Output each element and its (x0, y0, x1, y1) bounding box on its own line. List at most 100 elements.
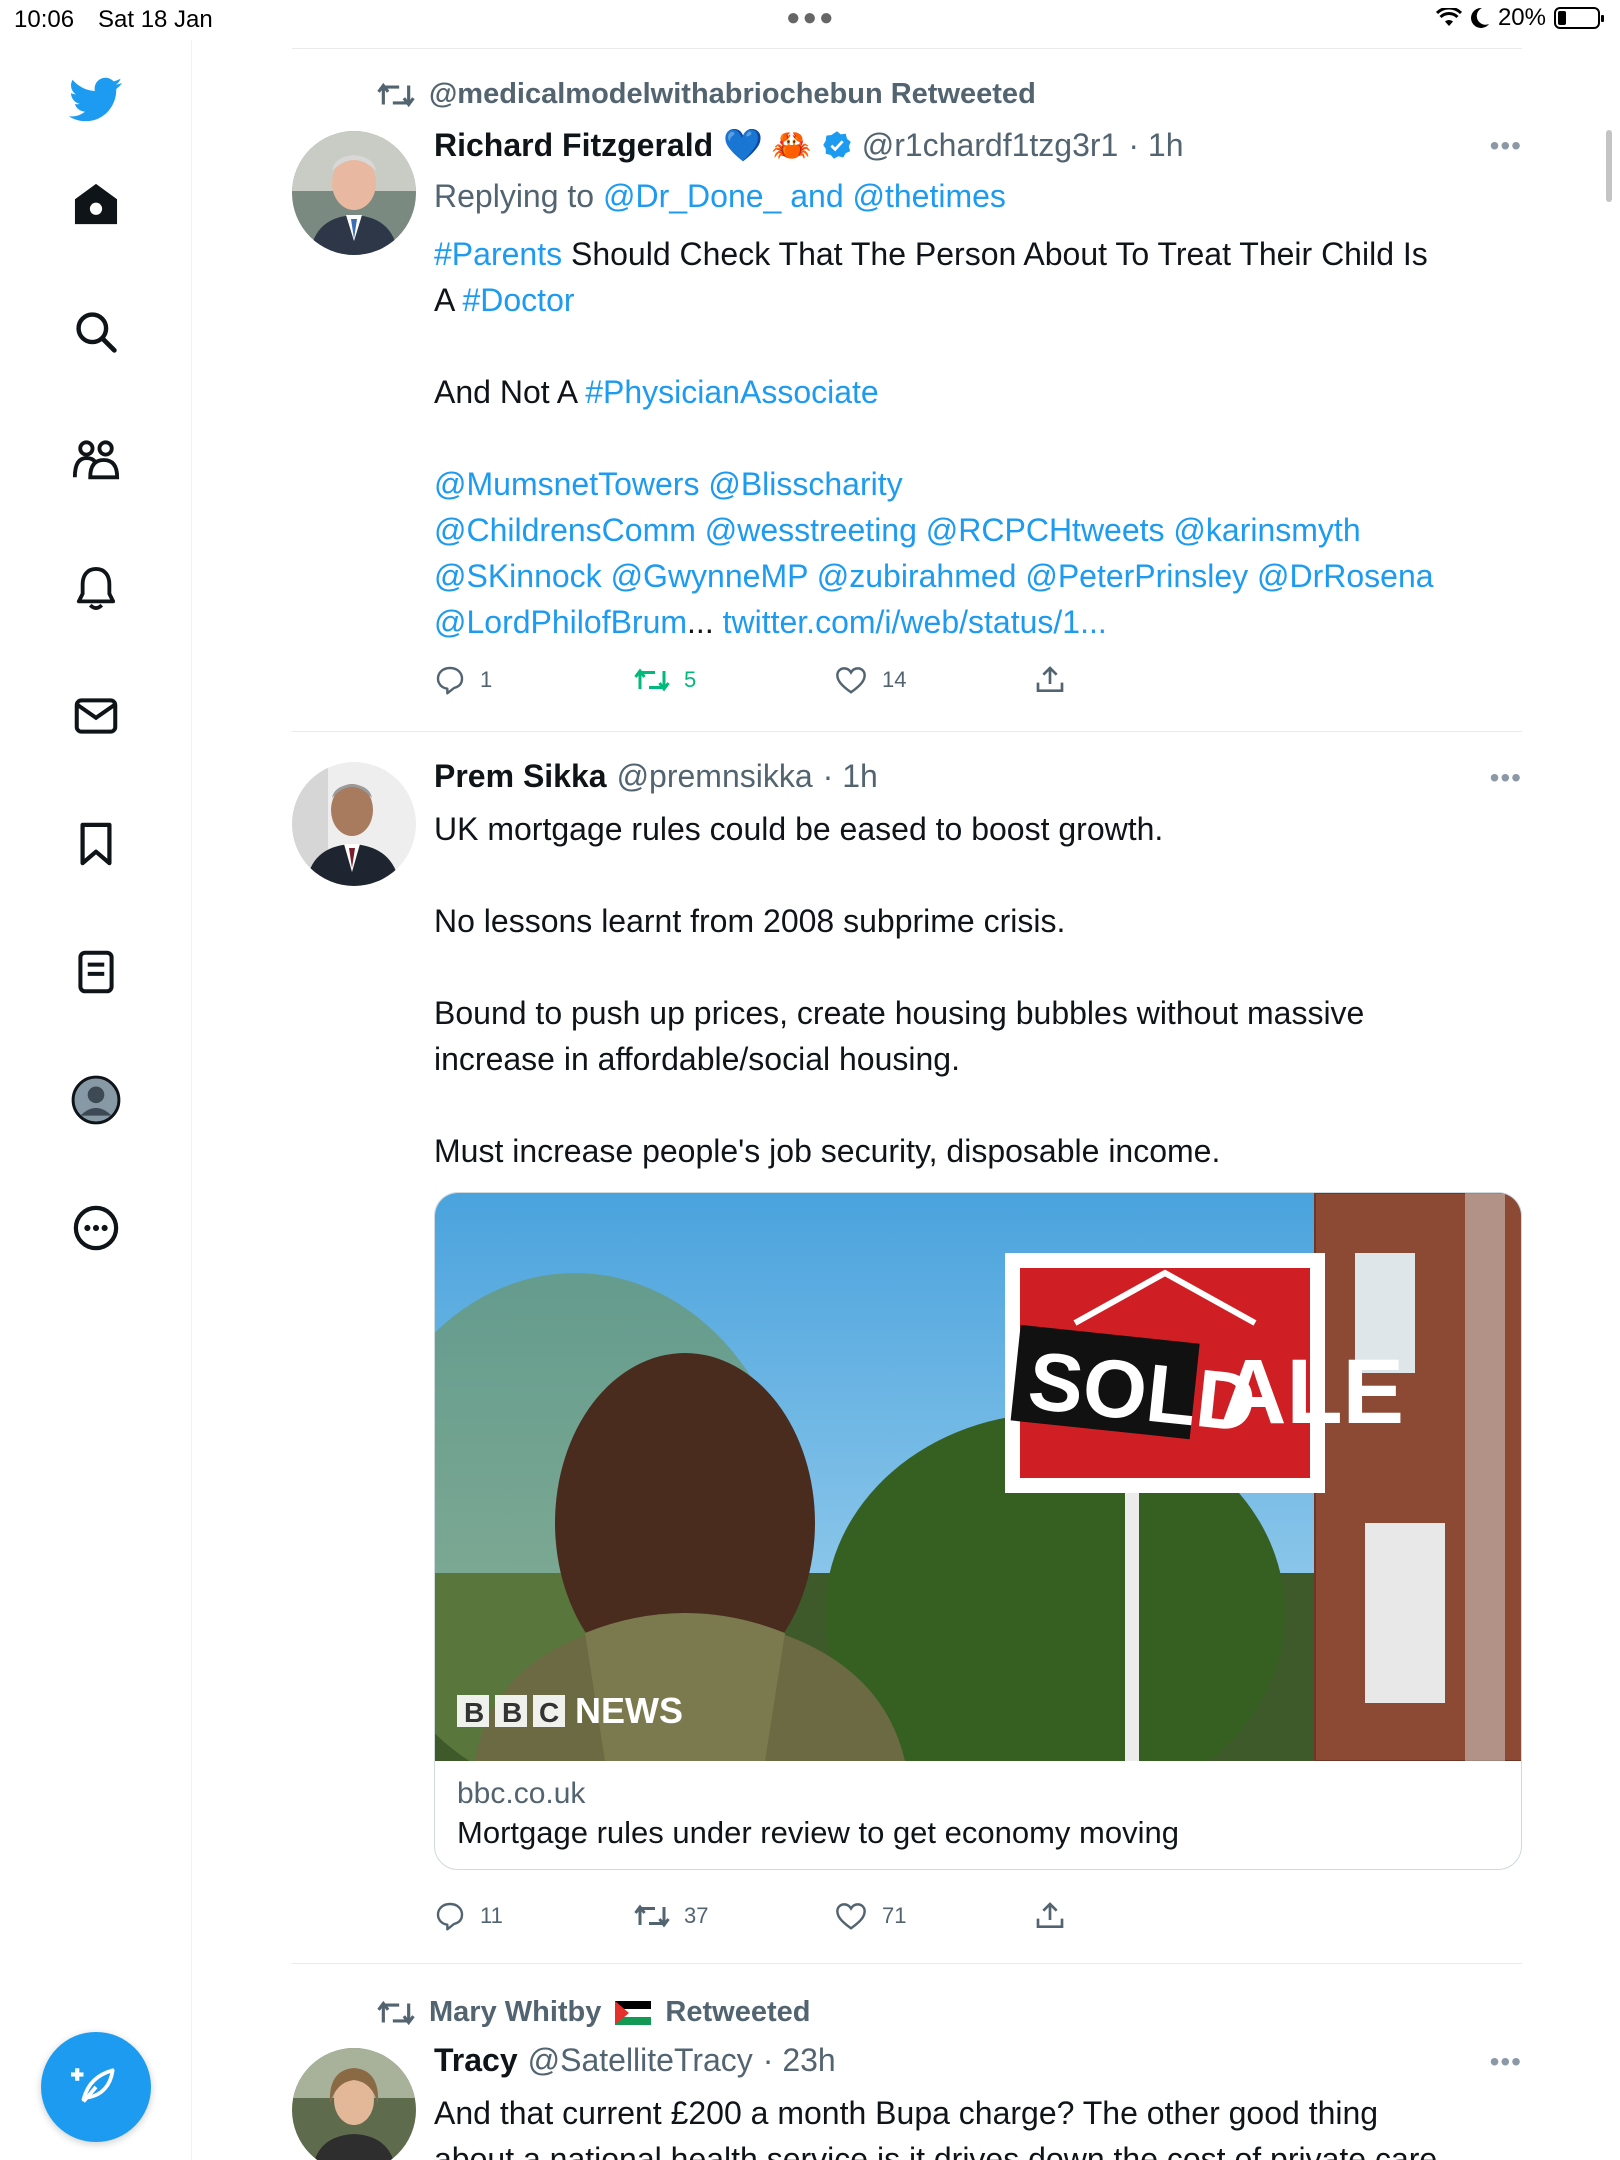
share-button[interactable] (1034, 664, 1066, 696)
display-name[interactable]: Prem Sikka (434, 758, 607, 795)
mention-link[interactable]: @LordPhilofBrum (434, 604, 687, 640)
tweet-text-line: Bound to push up prices, create housing … (434, 995, 1365, 1031)
search-icon[interactable] (66, 302, 126, 362)
logo-letter: C (539, 1697, 559, 1728)
avatar[interactable] (292, 762, 416, 886)
tweet-text-line: UK mortgage rules could be eased to boos… (434, 811, 1164, 847)
battery-percent: 20% (1497, 4, 1546, 31)
share-button[interactable] (1034, 1900, 1066, 1932)
link-card-meta[interactable]: bbc.co.uk Mortgage rules under review to… (435, 1761, 1521, 1869)
hashtag-link[interactable]: #PhysicianAssociate (585, 374, 878, 410)
logo-letter: B (464, 1697, 484, 1728)
status-time: 10:06 (14, 6, 75, 33)
compose-tweet-button[interactable] (41, 2032, 151, 2142)
retweeted-by-text[interactable]: @medicalmodelwithabriochebun Retweeted (429, 78, 1036, 111)
status-url-link[interactable]: twitter.com/i/web/status/1... (723, 604, 1107, 640)
tweet-text-line: about a national health service is it dr… (434, 2141, 1438, 2160)
reply-count: 1 (480, 667, 493, 692)
truncation-ellipsis: ... (687, 604, 714, 640)
avatar[interactable] (292, 131, 416, 255)
more-options-icon[interactable]: ••• (1490, 2046, 1522, 2078)
like-count: 71 (882, 1903, 907, 1928)
sidebar (0, 40, 192, 2160)
wifi-icon (1435, 8, 1462, 26)
tweet-actions: 11 37 71 (434, 1900, 1066, 1932)
handle[interactable]: @premnsikka (617, 758, 813, 795)
multitasking-dots-icon[interactable]: ●●● (786, 4, 836, 32)
tweet-header: Tracy @SatelliteTracy · 23h (434, 2042, 836, 2079)
retweeted-by-line: Mary Whitby Retweeted (377, 1996, 810, 2029)
handle[interactable]: @SatelliteTracy (528, 2042, 753, 2079)
like-button[interactable]: 14 (834, 665, 1034, 695)
link-card-image[interactable]: ALE SOLD B B C NEWS (435, 1193, 1521, 1761)
tweet-text-line: A (434, 282, 463, 318)
divider (292, 48, 1522, 49)
verified-badge-icon (822, 131, 851, 159)
tweet-text: And that current £200 a month Bupa charg… (434, 2090, 1514, 2160)
tweet-text-line: Must increase people's job security, dis… (434, 1133, 1221, 1169)
reply-button[interactable]: 11 (434, 1900, 634, 1932)
heart-icon (836, 667, 866, 694)
mention-links[interactable]: @MumsnetTowers @Blisscharity (434, 461, 1514, 507)
tweet-text-line: No lessons learnt from 2008 subprime cri… (434, 903, 1066, 939)
more-options-icon[interactable]: ••• (1490, 762, 1522, 794)
replying-to: Replying to @Dr_Done_ and @thetimes (434, 178, 1006, 215)
link-card-title: Mortgage rules under review to get econo… (457, 1815, 1179, 1850)
divider (292, 1963, 1522, 1964)
reply-icon (436, 1902, 464, 1931)
avatar[interactable] (292, 2048, 416, 2160)
tweet-text-line: And Not A (434, 374, 586, 410)
tweet-time[interactable]: · 1h (1128, 127, 1183, 164)
battery-icon (1554, 7, 1604, 29)
logo-letter: B (502, 1697, 522, 1728)
reply-button[interactable]: 1 (434, 664, 634, 696)
notifications-bell-icon[interactable] (66, 558, 126, 618)
communities-icon[interactable] (66, 430, 126, 490)
home-icon[interactable] (66, 174, 126, 234)
handle[interactable]: @r1chardf1tzg3r1 (862, 127, 1119, 164)
hashtag-link[interactable]: #Parents (434, 236, 562, 272)
like-button[interactable]: 71 (834, 1901, 1034, 1931)
link-card[interactable]: ALE SOLD B B C NEWS bbc.co.uk Mortgage r… (434, 1192, 1522, 1870)
palestine-flag-icon (615, 2000, 652, 2025)
retweeted-by-name[interactable]: Mary Whitby (429, 1996, 601, 2029)
tweet-header: Prem Sikka @premnsikka · 1h (434, 758, 878, 795)
retweet-count: 37 (684, 1903, 709, 1928)
messages-envelope-icon[interactable] (66, 686, 126, 746)
display-name[interactable]: Tracy (434, 2042, 518, 2079)
tweet-header: Richard Fitzgerald 💙 🦀 @r1chardf1tzg3r1 … (434, 126, 1183, 164)
more-circle-icon[interactable] (66, 1198, 126, 1258)
scroll-indicator[interactable] (1606, 130, 1612, 202)
retweet-icon (377, 82, 415, 107)
retweet-button[interactable]: 5 (634, 666, 834, 694)
status-bar: 10:06 Sat 18 Jan ●●● 20% (0, 0, 1620, 40)
compose-tweet-icon (71, 2068, 115, 2103)
divider (292, 731, 1522, 732)
mention-links[interactable]: @SKinnock @GwynneMP @zubirahmed @PeterPr… (434, 553, 1514, 599)
retweeted-by-line: @medicalmodelwithabriochebun Retweeted (377, 78, 1036, 111)
link-card-domain: bbc.co.uk (457, 1777, 586, 1810)
tweet-text-line: increase in affordable/social housing. (434, 1041, 960, 1077)
mention-links[interactable]: @ChildrensComm @wesstreeting @RCPCHtweet… (434, 507, 1514, 553)
display-name[interactable]: Richard Fitzgerald (434, 127, 713, 164)
reply-icon (436, 666, 464, 695)
tweet-actions: 1 5 14 (434, 664, 1066, 696)
tweet-text: UK mortgage rules could be eased to boos… (434, 806, 1514, 1174)
bookmark-icon[interactable] (66, 814, 126, 874)
hashtag-link[interactable]: #Doctor (462, 282, 574, 318)
do-not-disturb-moon-icon (1470, 7, 1489, 28)
tweet-time[interactable]: · 23h (763, 2042, 836, 2079)
retweeted-suffix: Retweeted (665, 1996, 811, 2028)
status-date: Sat 18 Jan (98, 6, 213, 33)
like-count: 14 (882, 667, 907, 692)
lists-icon[interactable] (66, 942, 126, 1002)
profile-avatar-icon[interactable] (66, 1070, 126, 1130)
tweet-time[interactable]: · 1h (823, 758, 878, 795)
reply-count: 11 (480, 1903, 503, 1928)
replying-to-handles[interactable]: @Dr_Done_ and @thetimes (603, 178, 1006, 214)
twitter-logo-icon[interactable] (66, 70, 126, 130)
more-options-icon[interactable]: ••• (1490, 130, 1522, 162)
retweet-button[interactable]: 37 (634, 1902, 834, 1930)
tweet-text-line: Should Check That The Person About To Tr… (562, 236, 1428, 272)
retweet-icon (634, 668, 670, 692)
